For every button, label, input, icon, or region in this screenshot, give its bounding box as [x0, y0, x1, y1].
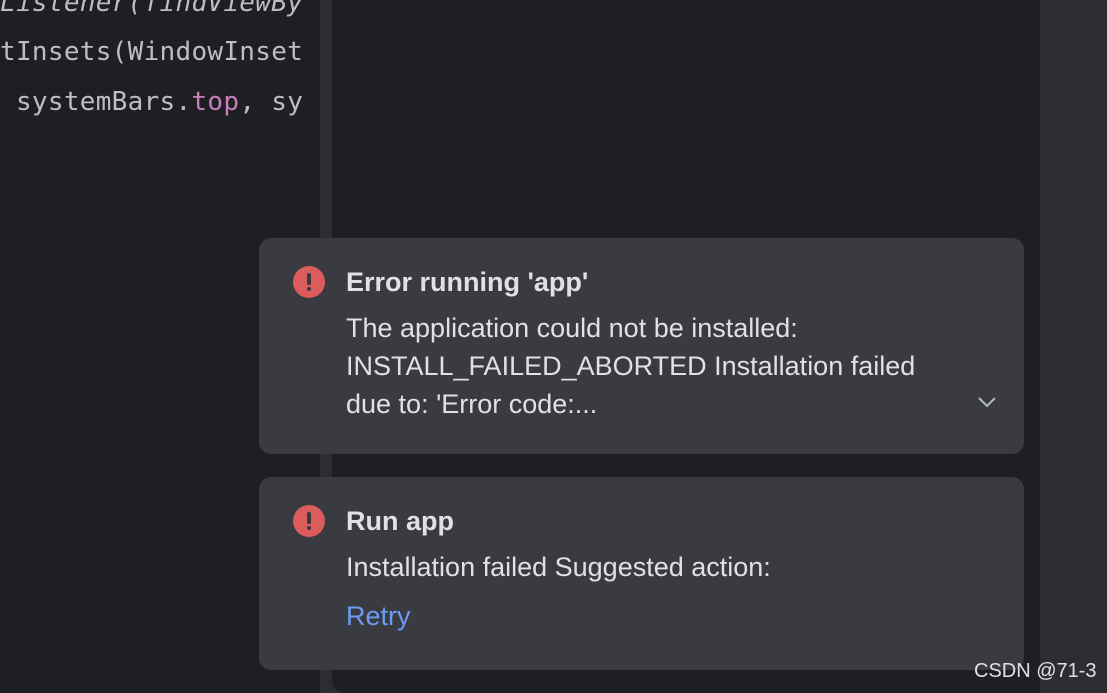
- message-line: due to: 'Error code:...: [346, 389, 598, 419]
- retry-link[interactable]: Retry: [346, 601, 411, 632]
- notification-error-running-app[interactable]: Error running 'app' The application coul…: [259, 238, 1024, 454]
- message-line: The application could not be installed:: [346, 313, 798, 343]
- notification-title: Error running 'app': [346, 267, 589, 297]
- code-line: tInsets(WindowInset: [0, 37, 304, 67]
- notification-message: Installation failed Suggested action:: [346, 552, 771, 582]
- side-toolbar-strip: [1040, 0, 1107, 693]
- message-line: INSTALL_FAILED_ABORTED Installation fail…: [346, 351, 916, 381]
- chevron-down-icon[interactable]: [977, 392, 997, 412]
- code-token: , sy: [239, 87, 304, 117]
- code-line: Listener(findViewBy: [0, 0, 304, 18]
- watermark: CSDN @71-3: [974, 660, 1097, 682]
- error-icon: [293, 505, 325, 537]
- notification-message: The application could not be installed: …: [346, 309, 915, 423]
- code-token: systemBars.: [0, 87, 192, 117]
- notification-title: Run app: [346, 506, 454, 536]
- code-field-token: top: [191, 87, 240, 117]
- code-line: systemBars.top, sy: [0, 87, 303, 117]
- notification-run-app[interactable]: Run app Installation failed Suggested ac…: [259, 477, 1024, 670]
- error-icon: [293, 266, 325, 298]
